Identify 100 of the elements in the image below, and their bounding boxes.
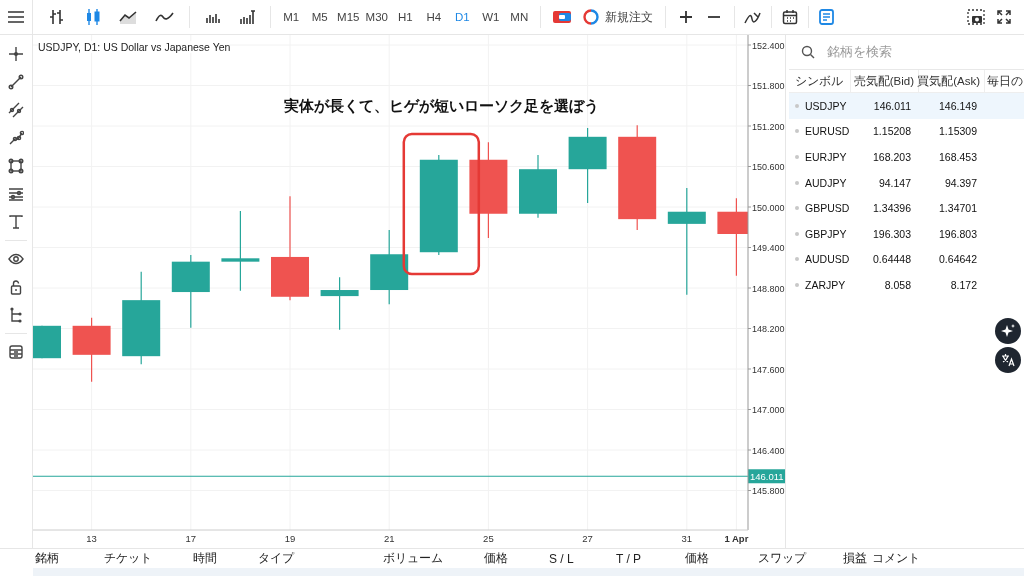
- column-header[interactable]: ボリューム: [383, 551, 443, 565]
- column-header[interactable]: 価格: [484, 551, 508, 565]
- bid-price: 1.34396: [872, 202, 912, 215]
- calendar-icon[interactable]: [781, 9, 798, 25]
- column-header[interactable]: コメント: [872, 551, 920, 565]
- ask-price: 1.15309: [938, 125, 978, 138]
- ai-assistant-button[interactable]: [995, 318, 1021, 344]
- watchlist-row[interactable]: USDJPY 146.011 146.149: [789, 93, 1024, 119]
- lock-icon[interactable]: [8, 279, 24, 295]
- column-header[interactable]: 買気配(Ask): [919, 70, 985, 92]
- tick-volume-icon[interactable]: [239, 10, 255, 24]
- watchlist-row[interactable]: GBPJPY 196.303 196.803: [789, 220, 1024, 247]
- price-label: 147.600: [752, 364, 785, 375]
- symbol-text: EURUSD: [805, 125, 850, 138]
- ask-price: 0.64642: [938, 253, 978, 266]
- price-label: 149.400: [752, 243, 785, 253]
- timeframe-tab[interactable]: M5: [305, 4, 334, 30]
- candlestick: [519, 154, 557, 219]
- translate-button[interactable]: [995, 347, 1021, 373]
- column-header[interactable]: タイプ: [258, 551, 294, 565]
- trend-line-icon[interactable]: [8, 74, 24, 90]
- timeframe-tab[interactable]: M1: [277, 4, 306, 30]
- document-icon[interactable]: [819, 9, 834, 25]
- date-label: 1 Apr: [724, 533, 749, 544]
- bid-price: 1.15208: [872, 125, 912, 138]
- symbol-text: AUDUSD: [805, 253, 850, 266]
- date-label: 31: [681, 533, 693, 544]
- timeframe-tab[interactable]: M30: [362, 4, 391, 30]
- symbol-text: USDJPY: [805, 99, 847, 112]
- callout-text: 実体が長くて、ヒゲが短いローソク足を選ぼう: [284, 98, 600, 115]
- ask-price: 1.34701: [938, 202, 978, 215]
- ask-price: 94.397: [943, 176, 978, 189]
- ask-price: 196.803: [938, 227, 978, 240]
- column-header[interactable]: スワップ: [758, 551, 806, 565]
- text-tool-icon[interactable]: [8, 214, 24, 230]
- column-header[interactable]: 損益: [843, 551, 867, 565]
- candlestick: [72, 317, 111, 383]
- volume-bars-icon[interactable]: [205, 11, 221, 23]
- polyline-icon[interactable]: [8, 130, 24, 146]
- layers-icon[interactable]: [8, 344, 24, 360]
- column-header[interactable]: 銘柄: [35, 551, 59, 565]
- symbol-text: GBPJPY: [805, 227, 847, 240]
- fullscreen-icon[interactable]: [997, 10, 1011, 24]
- timeframe-tab[interactable]: M15: [334, 4, 363, 30]
- timeframe-tab[interactable]: MN: [505, 4, 534, 30]
- date-label: 17: [185, 533, 197, 544]
- price-label: 150.000: [752, 202, 785, 213]
- status-dot-icon: [795, 129, 799, 134]
- menu-icon[interactable]: [8, 11, 24, 23]
- candlestick: [33, 325, 61, 359]
- screenshot-icon[interactable]: [967, 9, 985, 25]
- column-header[interactable]: T / P: [616, 551, 642, 566]
- status-dot-icon: [795, 257, 799, 262]
- price-label: 152.400: [752, 40, 785, 51]
- watchlist-row[interactable]: GBPUSD 1.34396 1.34701: [789, 195, 1024, 221]
- object-tree-icon[interactable]: [8, 307, 24, 323]
- eye-icon[interactable]: [8, 251, 24, 267]
- timeframe-tab[interactable]: H1: [391, 4, 420, 30]
- price-label: 151.200: [752, 121, 785, 132]
- date-label: 13: [86, 533, 97, 544]
- status-dot-icon: [795, 231, 799, 236]
- bid-price: 146.011: [872, 99, 912, 112]
- indicators-icon[interactable]: [743, 9, 762, 25]
- column-header[interactable]: S / L: [549, 551, 574, 566]
- timeframe-tab[interactable]: W1: [476, 4, 505, 30]
- ask-price: 146.149: [938, 99, 978, 112]
- fibonacci-icon[interactable]: [8, 186, 24, 202]
- zoom-in-icon[interactable]: [679, 11, 692, 23]
- one-click-trading-icon[interactable]: [552, 11, 571, 23]
- watchlist-row[interactable]: ZARJPY 8.058 8.172: [789, 272, 1024, 298]
- date-label: 19: [284, 533, 296, 544]
- current-price-tag: 146.011: [748, 469, 785, 484]
- watchlist-row[interactable]: EURUSD 1.15208 1.15309: [789, 118, 1024, 145]
- chart-legend: USDJPY, D1: US Dollar vs Japanese Yen: [38, 41, 231, 53]
- new-order-button[interactable]: 新規注文: [576, 4, 659, 30]
- rectangle-icon[interactable]: [8, 158, 24, 174]
- ask-price: 168.453: [938, 151, 978, 163]
- watchlist-row[interactable]: AUDUSD 0.64448 0.64642: [789, 246, 1024, 273]
- status-dot-icon: [795, 180, 799, 185]
- column-header[interactable]: 時間: [193, 551, 217, 565]
- price-label: 145.800: [752, 486, 785, 496]
- bid-price: 0.64448: [872, 253, 912, 266]
- column-header[interactable]: 価格: [685, 551, 709, 565]
- watchlist-row[interactable]: AUDJPY 94.147 94.397: [789, 169, 1024, 196]
- price-label: 147.000: [752, 405, 785, 415]
- bid-price: 196.303: [872, 227, 912, 240]
- watchlist-row[interactable]: EURJPY 168.203 168.453: [789, 144, 1024, 170]
- timeframe-tab[interactable]: D1: [448, 4, 477, 30]
- crosshair-icon[interactable]: [8, 46, 24, 62]
- status-dot-icon: [795, 206, 799, 211]
- date-label: 21: [383, 533, 395, 544]
- column-header[interactable]: チケット: [104, 551, 152, 565]
- column-header[interactable]: シンボル: [789, 70, 851, 92]
- clock-icon: [582, 9, 599, 25]
- timeframe-tab[interactable]: H4: [419, 4, 448, 30]
- parallel-channel-icon[interactable]: [8, 102, 24, 118]
- column-header[interactable]: 毎日の: [985, 70, 1024, 92]
- translate-icon: [1001, 353, 1015, 367]
- price-label: 151.800: [752, 81, 785, 91]
- search-field[interactable]: 銘柄を検索: [825, 44, 979, 60]
